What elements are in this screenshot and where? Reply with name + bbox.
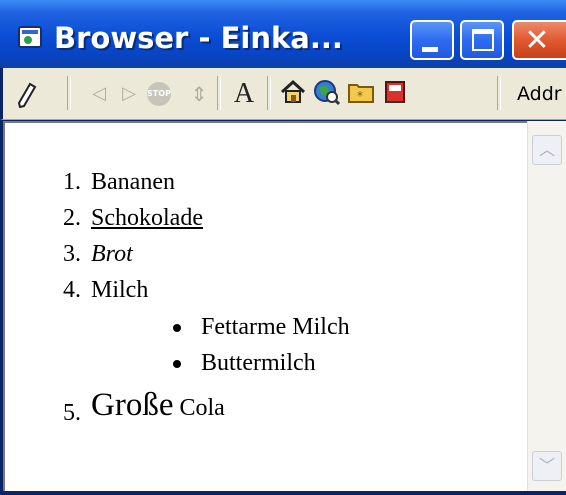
toolbar-separator (497, 76, 501, 110)
font-size-icon[interactable]: A (229, 76, 259, 112)
svg-text:*: * (357, 89, 363, 103)
title-bar[interactable]: Browser - Einka... ✕ (0, 0, 566, 68)
history-book-icon[interactable] (381, 78, 409, 106)
toolbar-separator (67, 76, 71, 110)
maximize-button[interactable] (460, 20, 504, 60)
bullet-icon (173, 324, 181, 332)
back-icon[interactable]: ◁ (87, 76, 111, 112)
window-title: Browser - Einka... (54, 21, 343, 55)
list-number: 5. (63, 400, 81, 426)
toolbar-separator (217, 76, 221, 110)
list-number: 4. (63, 277, 81, 303)
list-text-large: Große (91, 387, 174, 423)
list-text-small: Cola (173, 395, 225, 421)
scroll-down-button[interactable]: ﹀ (532, 451, 562, 481)
minimize-button[interactable] (410, 20, 454, 60)
browser-window: Browser - Einka... ✕ ◁ ▷ STOP ⇕ A * Addr… (0, 0, 566, 495)
window-bottom-border (0, 491, 566, 495)
favorites-folder-icon[interactable]: * (347, 78, 375, 106)
toolbar: ◁ ▷ STOP ⇕ A * Addr (0, 68, 566, 120)
stop-icon[interactable]: STOP (147, 82, 171, 106)
vertical-scrollbar[interactable]: ︿ ﹀ (527, 121, 566, 491)
list-text: Bananen (91, 169, 175, 195)
bullet-icon (173, 360, 181, 368)
minimize-icon (422, 47, 438, 52)
close-button[interactable]: ✕ (512, 20, 566, 60)
list-text: Milch (91, 277, 149, 303)
sub-list-text: Buttermilch (201, 350, 316, 376)
chevron-up-icon: ︿ (538, 140, 555, 159)
sub-list-text: Fettarme Milch (201, 314, 350, 340)
close-icon: ✕ (524, 23, 550, 58)
maximize-icon (472, 29, 494, 51)
page-content: 1. Bananen 2. Schokolade 3. Brot 4. Milc… (3, 121, 527, 491)
browser-app-icon[interactable] (18, 26, 42, 48)
toolbar-separator (267, 76, 271, 110)
address-label: Addr (517, 83, 562, 105)
list-number: 2. (63, 205, 81, 231)
list-text-mixed: Große Cola (91, 389, 225, 422)
list-number: 1. (63, 169, 81, 195)
home-icon[interactable] (279, 78, 307, 106)
refresh-icon[interactable]: ⇕ (187, 76, 211, 112)
chevron-down-icon: ﹀ (538, 456, 555, 475)
list-text-italic: Brot (91, 241, 133, 267)
scroll-up-button[interactable]: ︿ (532, 135, 562, 165)
list-text-underlined: Schokolade (91, 205, 203, 231)
pencil-icon[interactable] (13, 76, 41, 112)
forward-icon[interactable]: ▷ (117, 76, 141, 112)
search-globe-icon[interactable] (313, 78, 341, 106)
list-number: 3. (63, 241, 81, 267)
